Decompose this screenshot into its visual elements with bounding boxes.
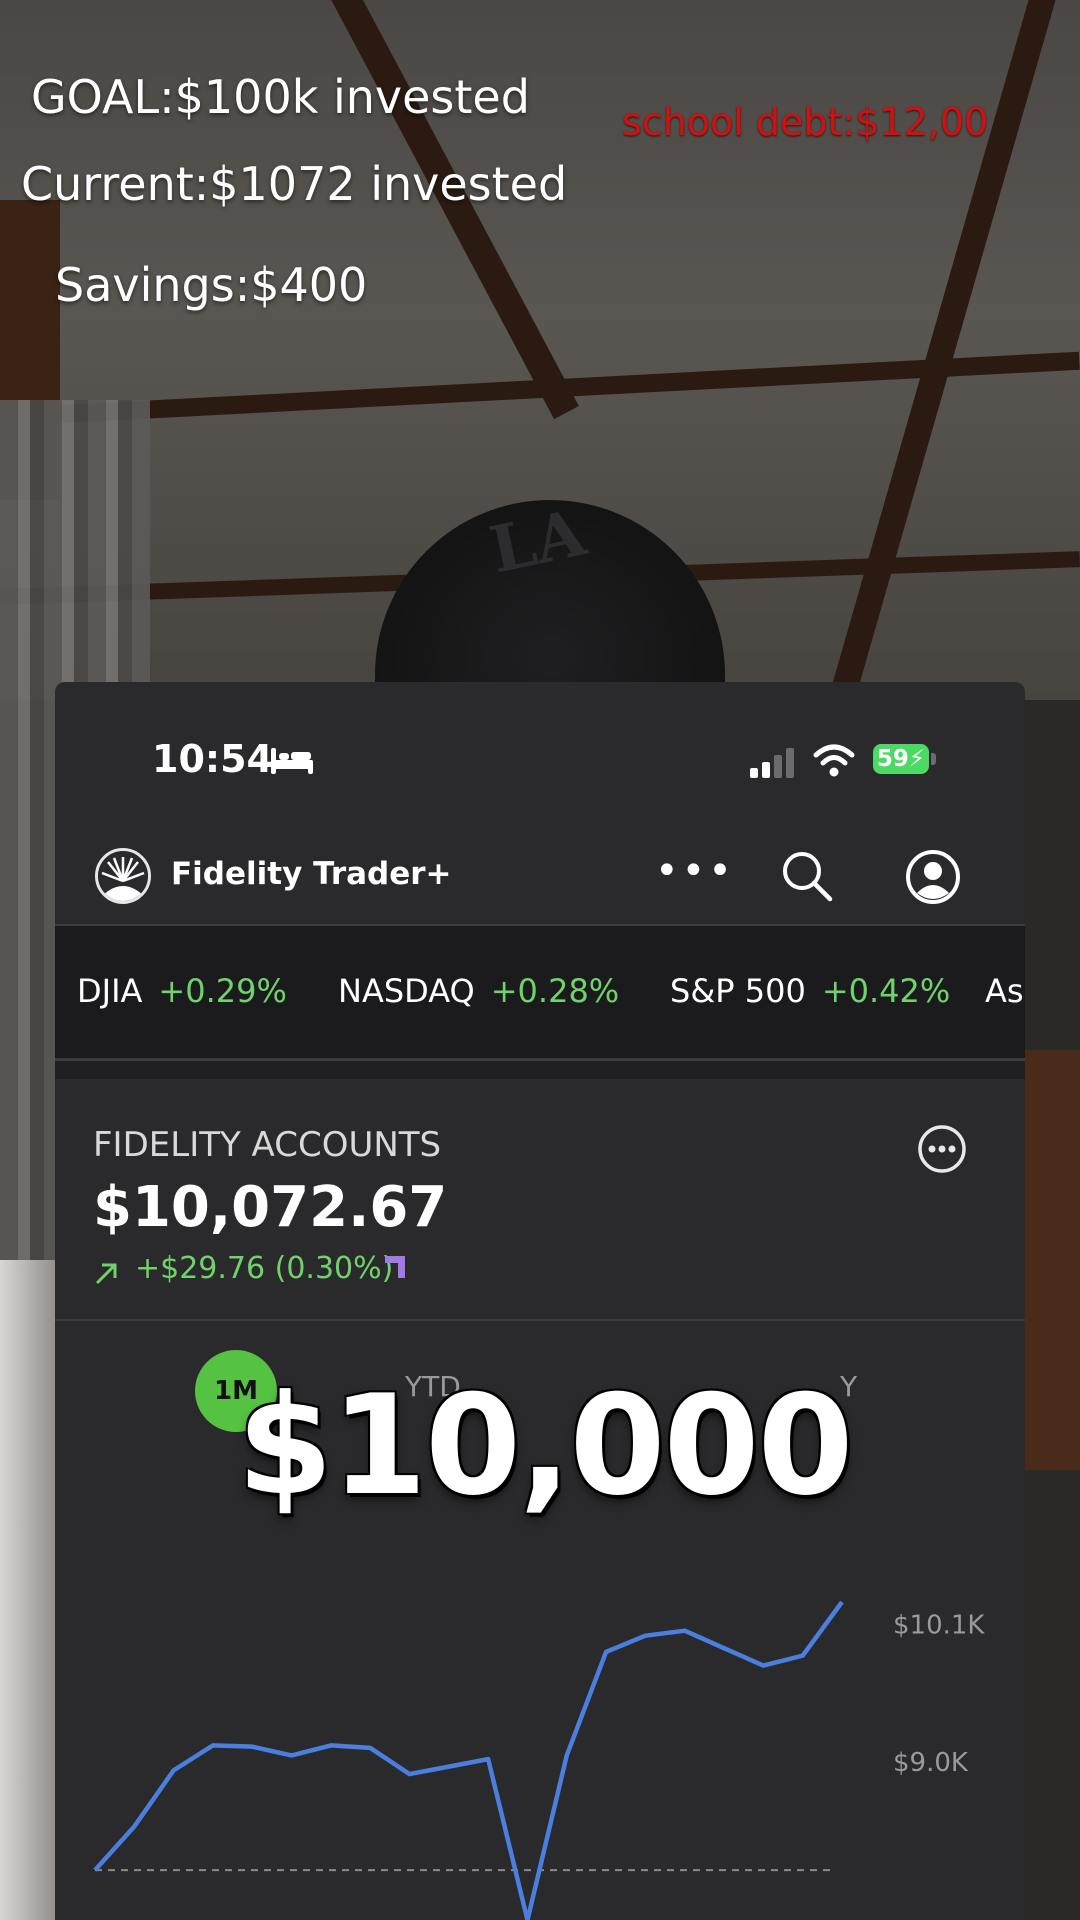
account-icon[interactable] [905, 849, 961, 905]
ticker-item[interactable]: As [985, 972, 1024, 1010]
accounts-summary[interactable]: FIDELITY ACCOUNTS $10,072.67 +$29.76 (0.… [55, 1079, 1025, 1321]
app-title: Fidelity Trader+ [171, 856, 452, 892]
bed-icon [271, 748, 313, 774]
fidelity-logo-icon[interactable] [95, 848, 151, 904]
ticker-name: S&P 500 [670, 972, 806, 1010]
ticker-name: As [985, 972, 1024, 1010]
person-arm [0, 1260, 60, 1920]
current-caption: Current:$1072 invested [21, 157, 568, 211]
ticker-change: +0.42% [821, 972, 951, 1010]
chart-y-tick-label: $10.1K [893, 1611, 985, 1641]
status-bar: 10:54 59⚡ [55, 682, 1025, 832]
corner-mark-icon [385, 1256, 405, 1278]
ticker-change: +0.29% [158, 972, 287, 1010]
ticker-name: DJIA [77, 972, 143, 1010]
accounts-change: +$29.76 (0.30%) [135, 1251, 394, 1286]
battery-icon: 59⚡ [873, 744, 929, 774]
search-icon[interactable] [780, 849, 834, 903]
ticker-name: NASDAQ [338, 972, 475, 1010]
ticker-item[interactable]: NASDAQ +0.28% [338, 972, 619, 1010]
battery-nub [931, 753, 936, 765]
battery-level: 59 [876, 746, 909, 772]
accounts-label: FIDELITY ACCOUNTS [93, 1125, 442, 1165]
ticker-change: +0.28% [490, 972, 620, 1010]
phone-screenshot: 10:54 59⚡ Fidelity Trader+ ••• DJIA +0.2… [55, 682, 1025, 1920]
status-time: 10:54 [152, 737, 273, 781]
arrow-up-right-icon [95, 1263, 117, 1285]
debt-caption: school debt:$12,00 [622, 100, 989, 144]
savings-caption: Savings:$400 [55, 258, 368, 312]
amount-overlay: $10,000 [237, 1365, 854, 1526]
signal-icon [750, 748, 794, 778]
ticker-item[interactable]: S&P 500 +0.42% [670, 972, 950, 1010]
wall-panel [1020, 1050, 1080, 1470]
section-divider [55, 1061, 1025, 1079]
market-ticker[interactable]: DJIA +0.29% NASDAQ +0.28% S&P 500 +0.42% As [55, 926, 1025, 1061]
chart-y-tick-label: $9.0K [893, 1748, 969, 1778]
ticker-item[interactable]: DJIA +0.29% [77, 972, 287, 1010]
account-options-icon[interactable] [917, 1124, 967, 1174]
wifi-icon [813, 744, 855, 777]
accounts-total: $10,072.67 [93, 1175, 448, 1240]
more-icon[interactable]: ••• [655, 851, 732, 898]
goal-caption: GOAL:$100k invested [31, 70, 530, 124]
app-header: Fidelity Trader+ ••• [55, 832, 1025, 926]
chart-series-line [93, 1600, 844, 1920]
